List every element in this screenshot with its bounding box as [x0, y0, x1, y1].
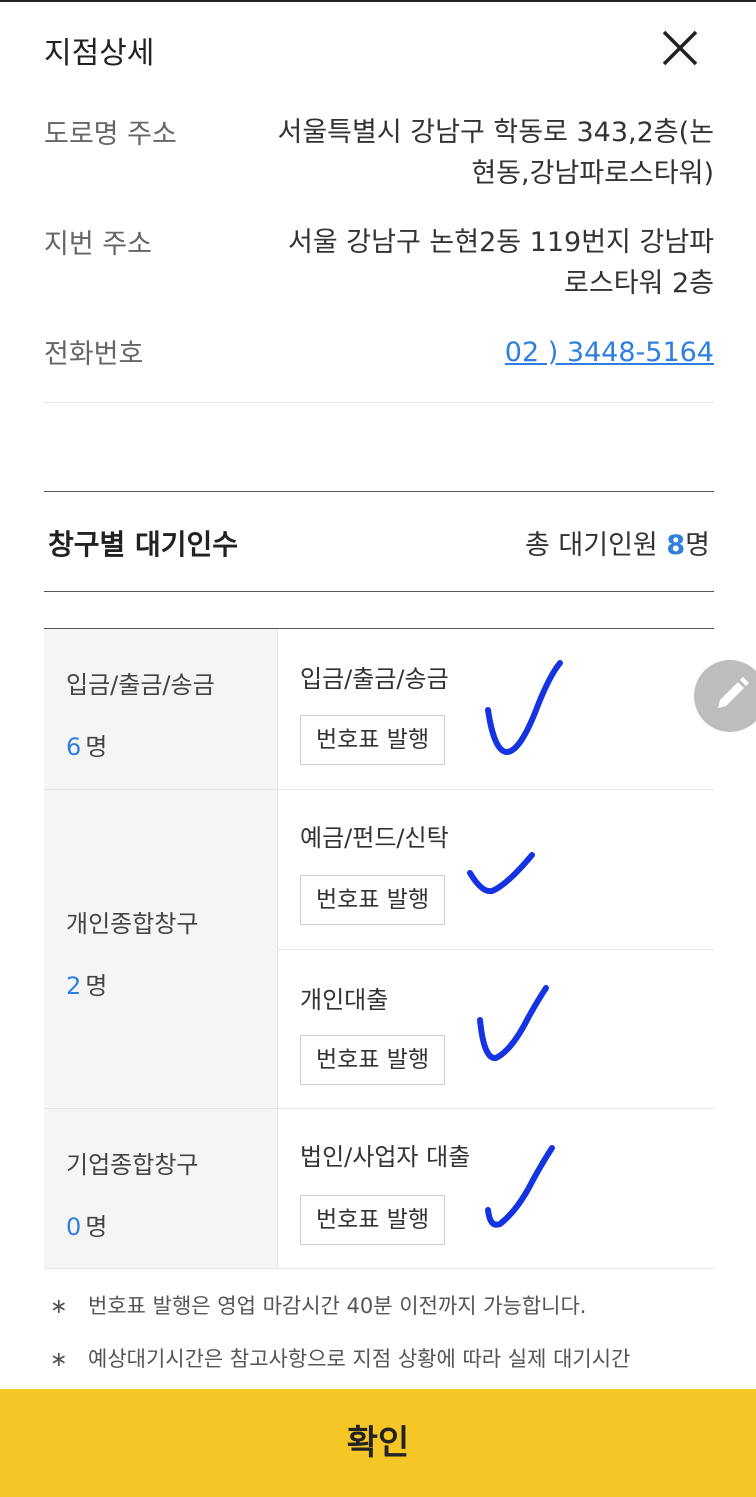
- counter-table: 입금/출금/송금 6명 입금/출금/송금 번호표 발행 개인종합창구 2명 예금…: [44, 628, 714, 1269]
- service-name: 예금/펀드/신탁: [300, 824, 449, 852]
- issue-ticket-button[interactable]: 번호표 발행: [300, 875, 446, 925]
- note-item: ∗ 번호표 발행은 영업 마감시간 40분 이전까지 가능합니다.: [50, 1290, 710, 1322]
- group-info: 개인종합창구 2명: [44, 790, 278, 1108]
- edit-button[interactable]: [694, 660, 756, 732]
- asterisk: ∗: [50, 1294, 68, 1318]
- total-waiting: 총 대기인원 8명: [524, 530, 710, 561]
- service-item: 예금/펀드/신탁 번호표 발행: [278, 790, 714, 949]
- total-waiting-count: 8: [666, 530, 686, 561]
- note-item: ∗ 예상대기시간은 참고사항으로 지점 상황에 따라 실제 대기시간: [50, 1343, 710, 1375]
- divider: [44, 491, 714, 492]
- wait-section-title: 창구별 대기인수: [48, 528, 239, 561]
- service-item: 입금/출금/송금 번호표 발행: [278, 629, 714, 789]
- close-icon[interactable]: [656, 24, 704, 72]
- service-name: 개인대출: [300, 986, 389, 1014]
- issue-ticket-button[interactable]: 번호표 발행: [300, 1035, 446, 1085]
- road-address-value: 서울특별시 강남구 학동로 343,2층(논 현동,강남파로스타워): [277, 117, 715, 189]
- group-count: 2명: [66, 972, 108, 1000]
- page-title: 지점상세: [44, 36, 155, 71]
- lot-address-label: 지번 주소: [44, 229, 152, 260]
- service-name: 법인/사업자 대출: [300, 1143, 471, 1171]
- phone-label: 전화번호: [44, 339, 144, 370]
- lot-address-row: 지번 주소 서울 강남구 논현2동 119번지 강남파 로스타워 2층: [44, 222, 714, 312]
- group-info: 기업종합창구 0명: [44, 1109, 278, 1268]
- group-name: 기업종합창구: [66, 1151, 199, 1179]
- dialog-header: 지점상세: [0, 0, 756, 92]
- divider: [44, 402, 714, 403]
- asterisk: ∗: [50, 1347, 68, 1371]
- group-name: 개인종합창구: [66, 910, 199, 938]
- service-item: 법인/사업자 대출 번호표 발행: [278, 1109, 714, 1269]
- issue-ticket-button[interactable]: 번호표 발행: [300, 715, 446, 765]
- note-text: 예상대기시간은 참고사항으로 지점 상황에 따라 실제 대기시간: [88, 1347, 631, 1371]
- issue-ticket-button[interactable]: 번호표 발행: [300, 1195, 446, 1245]
- service-item: 개인대출 번호표 발행: [278, 950, 714, 1109]
- group-count: 0명: [66, 1213, 108, 1241]
- road-address-label: 도로명 주소: [44, 119, 177, 150]
- group-info: 입금/출금/송금 6명: [44, 629, 278, 789]
- phone-link[interactable]: 02 ) 3448-5164: [505, 332, 714, 373]
- confirm-button[interactable]: 확인: [0, 1389, 756, 1497]
- counter-group: 기업종합창구 0명 법인/사업자 대출 번호표 발행: [44, 1109, 714, 1269]
- service-name: 입금/출금/송금: [300, 665, 449, 693]
- group-count: 6명: [66, 733, 108, 761]
- divider: [44, 591, 714, 592]
- road-address-row: 도로명 주소 서울특별시 강남구 학동로 343,2층(논 현동,강남파로스타워…: [44, 112, 714, 202]
- phone-row: 전화번호 02 ) 3448-5164: [44, 332, 714, 374]
- counter-group: 입금/출금/송금 6명 입금/출금/송금 번호표 발행: [44, 629, 714, 790]
- group-name: 입금/출금/송금: [66, 671, 215, 699]
- lot-address-value: 서울 강남구 논현2동 119번지 강남파 로스타워 2층: [288, 227, 714, 299]
- counter-group: 개인종합창구 2명 예금/펀드/신탁 번호표 발행 개인대출 번호표 발행: [44, 790, 714, 1109]
- pencil-icon: [718, 677, 749, 708]
- note-text: 번호표 발행은 영업 마감시간 40분 이전까지 가능합니다.: [88, 1294, 587, 1318]
